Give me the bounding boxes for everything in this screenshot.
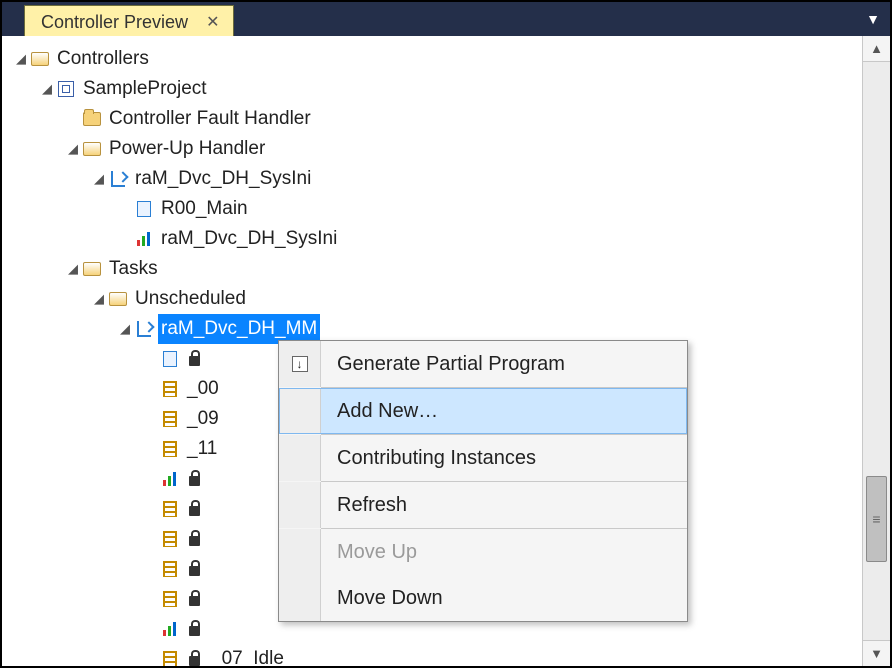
lock-icon bbox=[184, 650, 204, 666]
tree-node-routine-r00[interactable]: ◢ R00_Main bbox=[10, 194, 862, 224]
chart-icon bbox=[160, 620, 180, 638]
node-label: Controllers bbox=[54, 44, 152, 73]
routine-icon bbox=[134, 200, 154, 218]
tree-node-tasks[interactable]: ◢ Tasks bbox=[10, 254, 862, 284]
node-label: SampleProject bbox=[80, 74, 210, 103]
scroll-down-button[interactable]: ▼ bbox=[863, 640, 890, 666]
node-label: _09 bbox=[184, 404, 222, 433]
close-icon[interactable]: ✕ bbox=[206, 12, 219, 32]
node-label: raM_Dvc_DH_SysIni bbox=[132, 164, 314, 193]
menu-item-contributing-instances[interactable]: Contributing Instances bbox=[279, 435, 687, 481]
scroll-up-button[interactable]: ▲ bbox=[863, 36, 890, 62]
lock-icon bbox=[184, 620, 204, 638]
ladder-icon bbox=[160, 590, 180, 608]
window-titlebar: Controller Preview ✕ ▼ bbox=[2, 2, 890, 36]
tree-node-controllers[interactable]: ◢ Controllers bbox=[10, 44, 862, 74]
context-menu: Generate Partial Program Add New… Contri… bbox=[278, 340, 688, 622]
ladder-icon bbox=[160, 410, 180, 428]
tree-node-routine-sysini[interactable]: ◢ raM_Dvc_DH_SysIni bbox=[10, 224, 862, 254]
menu-item-label: Add New… bbox=[321, 400, 687, 423]
project-icon bbox=[56, 80, 76, 98]
lock-icon bbox=[184, 530, 204, 548]
node-label: Power-Up Handler bbox=[106, 134, 268, 163]
ladder-icon bbox=[160, 440, 180, 458]
tree-node-fault-handler[interactable]: ◢ Controller Fault Handler bbox=[10, 104, 862, 134]
chart-icon bbox=[160, 470, 180, 488]
program-icon bbox=[108, 170, 128, 188]
expand-icon[interactable]: ◢ bbox=[90, 169, 108, 189]
tree-node-routine-07-idle[interactable]: _07_Idle bbox=[10, 644, 862, 666]
node-label: R00_Main bbox=[158, 194, 251, 223]
lock-icon bbox=[184, 470, 204, 488]
folder-icon bbox=[82, 110, 102, 128]
node-label: Unscheduled bbox=[132, 284, 249, 313]
expand-icon[interactable]: ◢ bbox=[116, 319, 134, 339]
blank-icon bbox=[279, 529, 321, 575]
node-label: Controller Fault Handler bbox=[106, 104, 314, 133]
blank-icon bbox=[279, 435, 321, 481]
menu-item-label: Generate Partial Program bbox=[321, 353, 687, 376]
tab-controller-preview[interactable]: Controller Preview ✕ bbox=[24, 5, 234, 37]
lock-icon bbox=[184, 500, 204, 518]
expand-icon[interactable]: ◢ bbox=[38, 79, 56, 99]
tree-node-project[interactable]: ◢ SampleProject bbox=[10, 74, 862, 104]
menu-item-move-down[interactable]: Move Down bbox=[279, 575, 687, 621]
scroll-thumb[interactable] bbox=[866, 476, 887, 562]
folder-icon bbox=[30, 50, 50, 68]
routine-icon bbox=[160, 350, 180, 368]
node-label: _11 bbox=[184, 434, 220, 463]
folder-icon bbox=[108, 290, 128, 308]
program-icon bbox=[134, 320, 154, 338]
node-label: _07_Idle bbox=[208, 644, 287, 666]
generate-icon bbox=[279, 341, 321, 387]
folder-icon bbox=[82, 140, 102, 158]
expand-icon[interactable]: ◢ bbox=[12, 49, 30, 69]
blank-icon bbox=[279, 482, 321, 528]
menu-item-label: Move Down bbox=[321, 587, 687, 610]
lock-icon bbox=[184, 350, 204, 368]
tab-title-label: Controller Preview bbox=[41, 12, 188, 33]
ladder-icon bbox=[160, 560, 180, 578]
menu-item-refresh[interactable]: Refresh bbox=[279, 482, 687, 528]
chart-icon bbox=[134, 230, 154, 248]
tree-node-pu-program[interactable]: ◢ raM_Dvc_DH_SysIni bbox=[10, 164, 862, 194]
menu-item-label: Move Up bbox=[321, 541, 687, 564]
vertical-scrollbar[interactable]: ▲ ▼ bbox=[862, 36, 890, 666]
ladder-icon bbox=[160, 530, 180, 548]
lock-icon bbox=[184, 590, 204, 608]
node-label: _00 bbox=[184, 374, 222, 403]
expand-icon[interactable]: ◢ bbox=[90, 289, 108, 309]
menu-item-move-up: Move Up bbox=[279, 529, 687, 575]
expand-icon[interactable]: ◢ bbox=[64, 259, 82, 279]
node-label: raM_Dvc_DH_SysIni bbox=[158, 224, 340, 253]
panel-viewport: Controller Preview ✕ ▼ ◢ Controllers ◢ S… bbox=[0, 0, 892, 668]
blank-icon bbox=[279, 388, 321, 434]
blank-icon bbox=[279, 575, 321, 621]
menu-item-add-new[interactable]: Add New… bbox=[279, 388, 687, 434]
tree-node-power-up-handler[interactable]: ◢ Power-Up Handler bbox=[10, 134, 862, 164]
tree-node-unscheduled[interactable]: ◢ Unscheduled bbox=[10, 284, 862, 314]
menu-item-label: Refresh bbox=[321, 494, 687, 517]
node-label: Tasks bbox=[106, 254, 161, 283]
folder-icon bbox=[82, 260, 102, 278]
ladder-icon bbox=[160, 650, 180, 666]
tabstrip-menu-button[interactable]: ▼ bbox=[866, 11, 880, 27]
ladder-icon bbox=[160, 500, 180, 518]
ladder-icon bbox=[160, 380, 180, 398]
menu-item-label: Contributing Instances bbox=[321, 447, 687, 470]
lock-icon bbox=[184, 560, 204, 578]
expand-icon[interactable]: ◢ bbox=[64, 139, 82, 159]
menu-item-generate-partial-program[interactable]: Generate Partial Program bbox=[279, 341, 687, 387]
